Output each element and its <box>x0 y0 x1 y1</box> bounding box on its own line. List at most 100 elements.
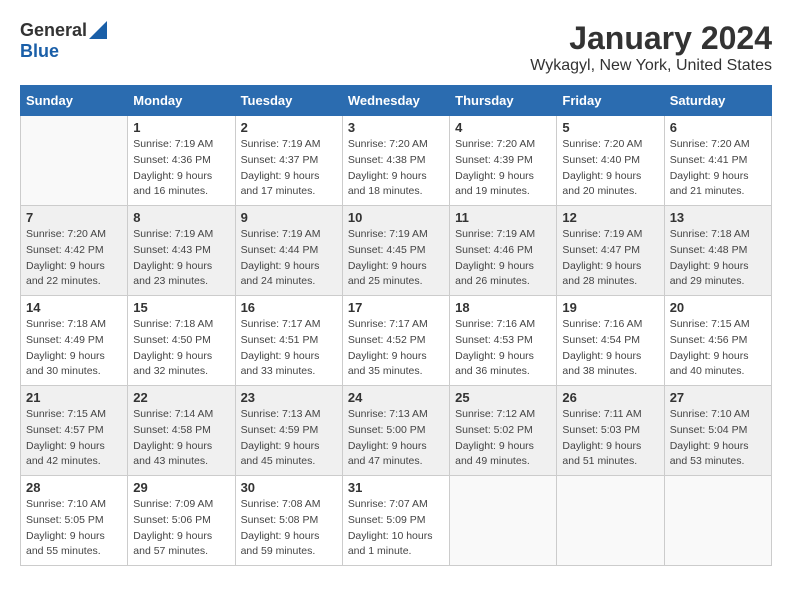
calendar-cell: 23 Sunrise: 7:13 AMSunset: 4:59 PMDayligh… <box>235 386 342 476</box>
day-number: 15 <box>133 300 229 315</box>
day-number: 23 <box>241 390 337 405</box>
day-number: 4 <box>455 120 551 135</box>
day-number: 24 <box>348 390 444 405</box>
day-number: 10 <box>348 210 444 225</box>
calendar-cell: 6 Sunrise: 7:20 AMSunset: 4:41 PMDaylight… <box>664 116 771 206</box>
day-number: 18 <box>455 300 551 315</box>
day-number: 22 <box>133 390 229 405</box>
logo-general: General <box>20 20 87 41</box>
calendar-cell: 2 Sunrise: 7:19 AMSunset: 4:37 PMDaylight… <box>235 116 342 206</box>
calendar-cell: 13Sunrise: 7:18 AMSunset: 4:48 PMDayligh… <box>664 206 771 296</box>
day-info: Sunrise: 7:20 AMSunset: 4:39 PMDaylight:… <box>455 137 551 200</box>
day-number: 9 <box>241 210 337 225</box>
calendar-cell: 18 Sunrise: 7:16 AMSunset: 4:53 PMDayligh… <box>450 296 557 386</box>
day-info: Sunrise: 7:18 AMSunset: 4:49 PMDaylight:… <box>26 317 122 380</box>
calendar-cell: 7 Sunrise: 7:20 AMSunset: 4:42 PMDaylight… <box>21 206 128 296</box>
day-info: Sunrise: 7:17 AMSunset: 4:51 PMDaylight:… <box>241 317 337 380</box>
day-number: 1 <box>133 120 229 135</box>
calendar-cell: 4 Sunrise: 7:20 AMSunset: 4:39 PMDaylight… <box>450 116 557 206</box>
day-info: Sunrise: 7:20 AMSunset: 4:40 PMDaylight:… <box>562 137 658 200</box>
calendar-cell: 19Sunrise: 7:16 AMSunset: 4:54 PMDayligh… <box>557 296 664 386</box>
day-number: 2 <box>241 120 337 135</box>
day-info: Sunrise: 7:19 AMSunset: 4:44 PMDaylight:… <box>241 227 337 290</box>
calendar-cell: 9 Sunrise: 7:19 AMSunset: 4:44 PMDaylight… <box>235 206 342 296</box>
day-info: Sunrise: 7:13 AMSunset: 4:59 PMDaylight:… <box>241 407 337 470</box>
day-number: 30 <box>241 480 337 495</box>
calendar-week-row: 14 Sunrise: 7:18 AMSunset: 4:49 PMDayligh… <box>21 296 772 386</box>
day-number: 8 <box>133 210 229 225</box>
day-info: Sunrise: 7:19 AMSunset: 4:47 PMDaylight:… <box>562 227 658 290</box>
day-number: 28 <box>26 480 122 495</box>
day-info: Sunrise: 7:20 AMSunset: 4:41 PMDaylight:… <box>670 137 766 200</box>
title-section: January 2024 Wykagyl, New York, United S… <box>530 20 772 75</box>
day-header-saturday: Saturday <box>664 86 771 116</box>
day-info: Sunrise: 7:19 AMSunset: 4:46 PMDaylight:… <box>455 227 551 290</box>
day-number: 7 <box>26 210 122 225</box>
calendar-cell: 14 Sunrise: 7:18 AMSunset: 4:49 PMDayligh… <box>21 296 128 386</box>
calendar-cell <box>450 476 557 566</box>
day-number: 14 <box>26 300 122 315</box>
logo-triangle-icon <box>89 21 107 39</box>
day-info: Sunrise: 7:10 AMSunset: 5:05 PMDaylight:… <box>26 497 122 560</box>
day-number: 5 <box>562 120 658 135</box>
day-info: Sunrise: 7:20 AMSunset: 4:42 PMDaylight:… <box>26 227 122 290</box>
calendar-cell: 10 Sunrise: 7:19 AMSunset: 4:45 PMDayligh… <box>342 206 449 296</box>
calendar-table: SundayMondayTuesdayWednesdayThursdayFrid… <box>20 85 772 566</box>
day-header-sunday: Sunday <box>21 86 128 116</box>
day-info: Sunrise: 7:13 AMSunset: 5:00 PMDaylight:… <box>348 407 444 470</box>
calendar-cell: 3 Sunrise: 7:20 AMSunset: 4:38 PMDaylight… <box>342 116 449 206</box>
day-number: 3 <box>348 120 444 135</box>
page-subtitle: Wykagyl, New York, United States <box>530 57 772 75</box>
day-number: 12 <box>562 210 658 225</box>
day-info: Sunrise: 7:20 AMSunset: 4:38 PMDaylight:… <box>348 137 444 200</box>
day-number: 27 <box>670 390 766 405</box>
day-info: Sunrise: 7:08 AMSunset: 5:08 PMDaylight:… <box>241 497 337 560</box>
calendar-cell: 31Sunrise: 7:07 AMSunset: 5:09 PMDayligh… <box>342 476 449 566</box>
calendar-cell: 28 Sunrise: 7:10 AMSunset: 5:05 PMDayligh… <box>21 476 128 566</box>
day-number: 20 <box>670 300 766 315</box>
calendar-cell: 5 Sunrise: 7:20 AMSunset: 4:40 PMDaylight… <box>557 116 664 206</box>
day-info: Sunrise: 7:15 AMSunset: 4:56 PMDaylight:… <box>670 317 766 380</box>
calendar-cell: 22 Sunrise: 7:14 AMSunset: 4:58 PMDayligh… <box>128 386 235 476</box>
calendar-cell: 1 Sunrise: 7:19 AMSunset: 4:36 PMDaylight… <box>128 116 235 206</box>
day-info: Sunrise: 7:17 AMSunset: 4:52 PMDaylight:… <box>348 317 444 380</box>
calendar-cell: 16 Sunrise: 7:17 AMSunset: 4:51 PMDayligh… <box>235 296 342 386</box>
day-header-thursday: Thursday <box>450 86 557 116</box>
calendar-cell: 12 Sunrise: 7:19 AMSunset: 4:47 PMDayligh… <box>557 206 664 296</box>
day-info: Sunrise: 7:18 AMSunset: 4:50 PMDaylight:… <box>133 317 229 380</box>
day-info: Sunrise: 7:16 AMSunset: 4:53 PMDaylight:… <box>455 317 551 380</box>
day-number: 21 <box>26 390 122 405</box>
calendar-cell: 24 Sunrise: 7:13 AMSunset: 5:00 PMDayligh… <box>342 386 449 476</box>
day-number: 17 <box>348 300 444 315</box>
calendar-cell: 20 Sunrise: 7:15 AMSunset: 4:56 PMDayligh… <box>664 296 771 386</box>
day-info: Sunrise: 7:19 AMSunset: 4:37 PMDaylight:… <box>241 137 337 200</box>
day-info: Sunrise: 7:19 AMSunset: 4:36 PMDaylight:… <box>133 137 229 200</box>
calendar-week-row: 28 Sunrise: 7:10 AMSunset: 5:05 PMDayligh… <box>21 476 772 566</box>
calendar-cell <box>557 476 664 566</box>
day-info: Sunrise: 7:09 AMSunset: 5:06 PMDaylight:… <box>133 497 229 560</box>
day-number: 25 <box>455 390 551 405</box>
day-number: 29 <box>133 480 229 495</box>
day-info: Sunrise: 7:11 AMSunset: 5:03 PMDaylight:… <box>562 407 658 470</box>
calendar-week-row: 1 Sunrise: 7:19 AMSunset: 4:36 PMDaylight… <box>21 116 772 206</box>
calendar-cell: 17 Sunrise: 7:17 AMSunset: 4:52 PMDayligh… <box>342 296 449 386</box>
day-info: Sunrise: 7:19 AMSunset: 4:45 PMDaylight:… <box>348 227 444 290</box>
calendar-cell: 15 Sunrise: 7:18 AMSunset: 4:50 PMDayligh… <box>128 296 235 386</box>
calendar-week-row: 21Sunrise: 7:15 AMSunset: 4:57 PMDayligh… <box>21 386 772 476</box>
day-number: 26 <box>562 390 658 405</box>
logo: General Blue <box>20 20 107 62</box>
day-info: Sunrise: 7:12 AMSunset: 5:02 PMDaylight:… <box>455 407 551 470</box>
day-info: Sunrise: 7:10 AMSunset: 5:04 PMDaylight:… <box>670 407 766 470</box>
day-info: Sunrise: 7:18 AMSunset: 4:48 PMDaylight:… <box>670 227 766 290</box>
day-info: Sunrise: 7:16 AMSunset: 4:54 PMDaylight:… <box>562 317 658 380</box>
day-info: Sunrise: 7:14 AMSunset: 4:58 PMDaylight:… <box>133 407 229 470</box>
day-number: 31 <box>348 480 444 495</box>
day-header-friday: Friday <box>557 86 664 116</box>
day-header-monday: Monday <box>128 86 235 116</box>
logo-blue: Blue <box>20 41 59 62</box>
day-number: 11 <box>455 210 551 225</box>
calendar-cell <box>664 476 771 566</box>
day-number: 6 <box>670 120 766 135</box>
day-number: 16 <box>241 300 337 315</box>
day-header-tuesday: Tuesday <box>235 86 342 116</box>
